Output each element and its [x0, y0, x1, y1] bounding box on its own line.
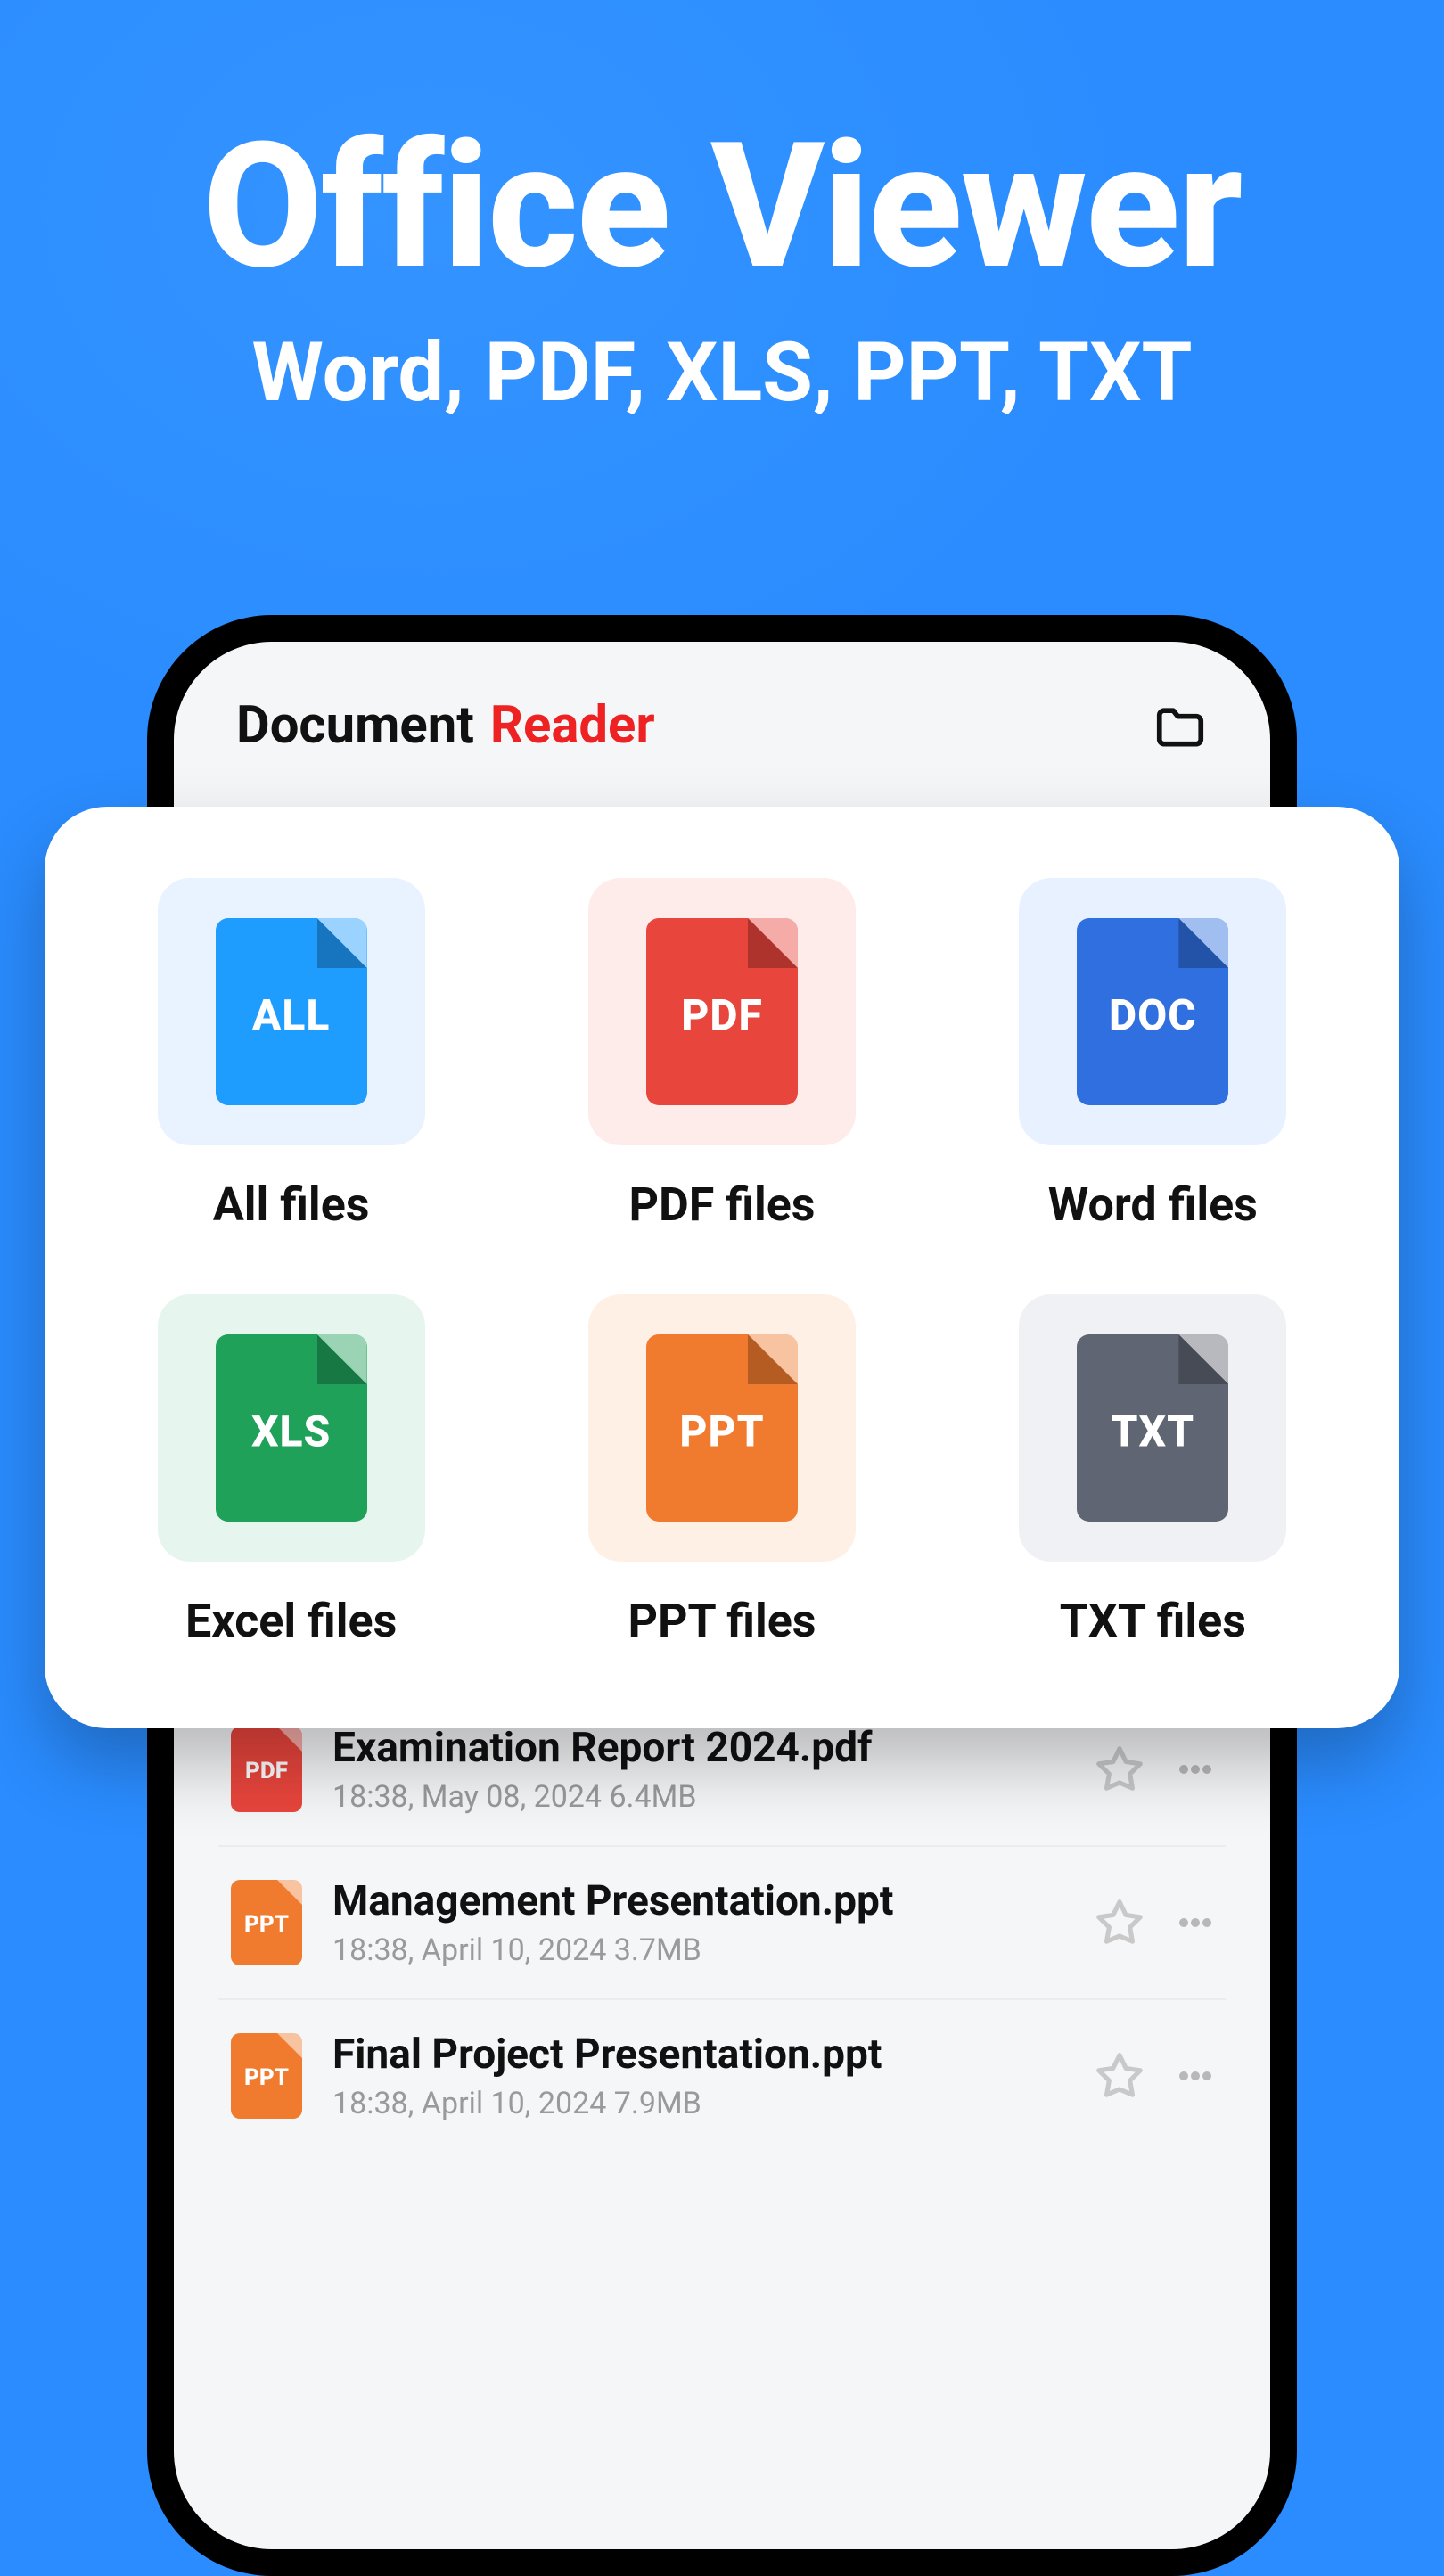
favorite-star-icon[interactable] [1092, 1742, 1147, 1797]
type-label: PPT files [537, 1594, 906, 1648]
type-item-ppt[interactable]: PPT PPT files [537, 1294, 906, 1648]
type-item-xls[interactable]: XLS Excel files [107, 1294, 475, 1648]
type-tile: PPT [588, 1294, 856, 1562]
file-type-card: ALL All files PDF PDF files DOC Word fil… [45, 807, 1399, 1728]
app-title-word2: Reader [490, 695, 655, 756]
file-type-icon: PPT [231, 1880, 302, 1965]
type-tile: XLS [158, 1294, 425, 1562]
file-name: Examination Report 2024.pdf [332, 1724, 1062, 1772]
hero-title: Office Viewer [0, 116, 1444, 299]
type-tile: PDF [588, 878, 856, 1145]
pdf-icon: PDF [646, 918, 798, 1105]
folder-icon[interactable] [1153, 698, 1208, 753]
app-title: Document Reader [236, 695, 655, 756]
more-options-icon[interactable] [1177, 1759, 1213, 1780]
type-label: PDF files [537, 1177, 906, 1232]
hero-subtitle: Word, PDF, XLS, PPT, TXT [0, 325, 1444, 421]
file-meta: 18:38, May 08, 20246.4MB [332, 1779, 1062, 1815]
xls-icon: XLS [216, 1334, 367, 1522]
file-type-icon: PDF [231, 1727, 302, 1812]
txt-icon: TXT [1077, 1334, 1228, 1522]
type-tile: ALL [158, 878, 425, 1145]
file-type-icon: PPT [231, 2033, 302, 2119]
file-row[interactable]: PPT Final Project Presentation.ppt 18:38… [218, 2000, 1226, 2152]
more-options-icon[interactable] [1177, 2065, 1213, 2087]
doc-icon: DOC [1077, 918, 1228, 1105]
hero-banner: Office Viewer Word, PDF, XLS, PPT, TXT [0, 0, 1444, 421]
app-header: Document Reader [218, 695, 1226, 800]
file-info: Management Presentation.ppt 18:38, April… [332, 1877, 1062, 1968]
type-label: Excel files [107, 1594, 475, 1648]
all-files-icon: ALL [216, 918, 367, 1105]
type-tile: TXT [1019, 1294, 1286, 1562]
file-meta: 18:38, April 10, 20247.9MB [332, 2086, 1062, 2121]
file-info: Examination Report 2024.pdf 18:38, May 0… [332, 1724, 1062, 1815]
app-title-word1: Document [236, 695, 474, 756]
type-tile: DOC [1019, 878, 1286, 1145]
file-name: Final Project Presentation.ppt [332, 2030, 1062, 2079]
more-options-icon[interactable] [1177, 1912, 1213, 1933]
type-item-txt[interactable]: TXT TXT files [969, 1294, 1337, 1648]
type-label: TXT files [969, 1594, 1337, 1648]
ppt-icon: PPT [646, 1334, 798, 1522]
file-list: PDF Examination Report 2024.pdf 18:38, M… [218, 1694, 1226, 2152]
file-info: Final Project Presentation.ppt 18:38, Ap… [332, 2030, 1062, 2121]
file-row[interactable]: PPT Management Presentation.ppt 18:38, A… [218, 1847, 1226, 2000]
type-item-all[interactable]: ALL All files [107, 878, 475, 1232]
type-item-doc[interactable]: DOC Word files [969, 878, 1337, 1232]
file-meta: 18:38, April 10, 20243.7MB [332, 1932, 1062, 1968]
type-label: All files [107, 1177, 475, 1232]
type-item-pdf[interactable]: PDF PDF files [537, 878, 906, 1232]
type-label: Word files [969, 1177, 1337, 1232]
favorite-star-icon[interactable] [1092, 1895, 1147, 1950]
favorite-star-icon[interactable] [1092, 2048, 1147, 2104]
file-name: Management Presentation.ppt [332, 1877, 1062, 1925]
